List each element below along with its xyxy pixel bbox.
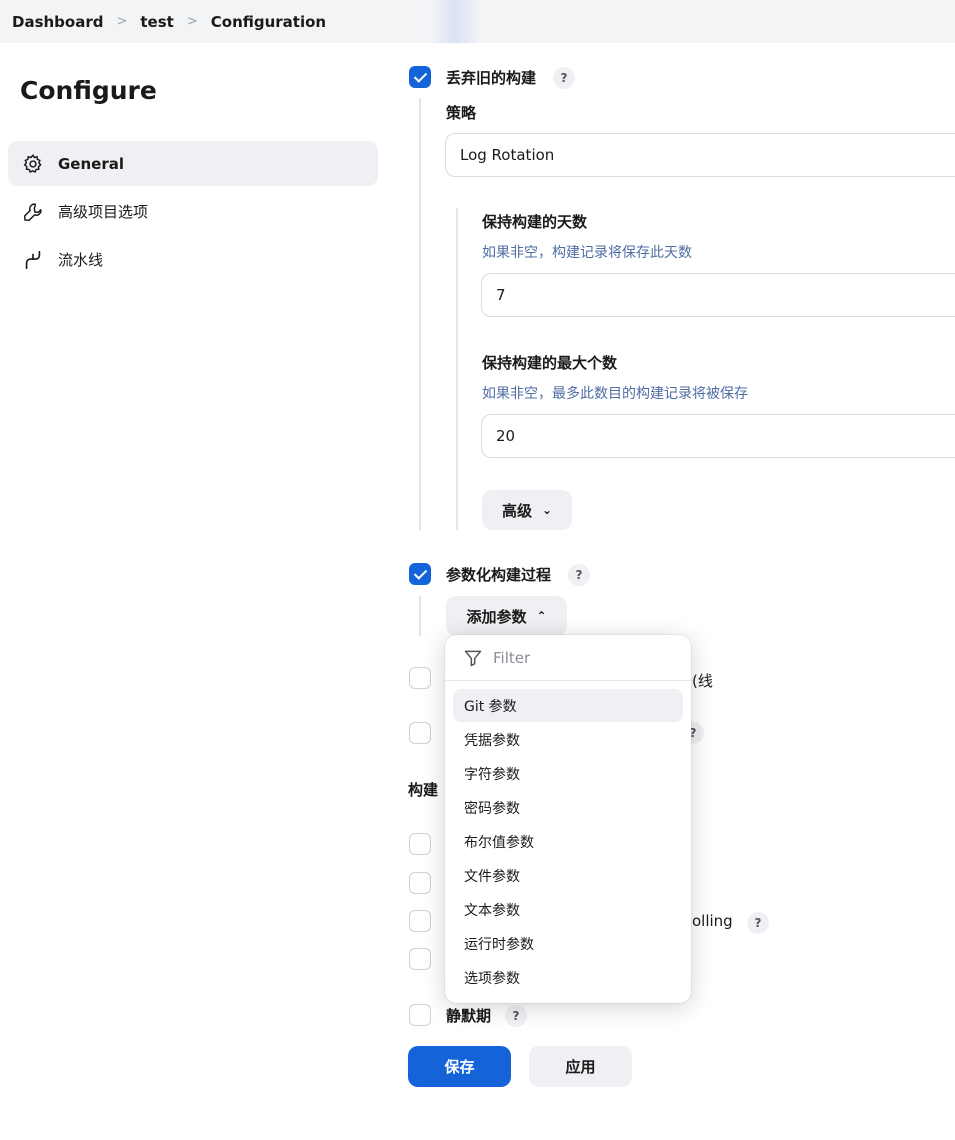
dropdown-item-password-parameter[interactable]: 密码参数 — [453, 791, 683, 824]
pipeline-icon — [22, 249, 44, 271]
gear-icon — [22, 153, 44, 175]
chevron-down-icon: ⌄ — [541, 503, 553, 517]
dropdown-item-git-parameter[interactable]: Git 参数 — [453, 689, 683, 722]
dropdown-item-text-parameter[interactable]: 文本参数 — [453, 893, 683, 926]
breadcrumb-test[interactable]: test — [140, 13, 173, 31]
wrench-icon — [22, 201, 44, 223]
dropdown-item-file-parameter[interactable]: 文件参数 — [453, 859, 683, 892]
help-icon[interactable]: ? — [568, 564, 590, 586]
dropdown-item-choice-parameter[interactable]: 选项参数 — [453, 961, 683, 994]
max-builds-input[interactable]: 20 — [481, 414, 955, 458]
breadcrumb-configuration[interactable]: Configuration — [211, 13, 326, 31]
help-icon[interactable]: ? — [747, 912, 769, 934]
dropdown-filter[interactable]: Filter — [445, 635, 691, 681]
chevron-right-icon: > — [186, 14, 198, 29]
filter-placeholder: Filter — [493, 648, 531, 667]
days-to-keep-input[interactable]: 7 — [481, 273, 955, 317]
max-builds-value: 20 — [496, 427, 516, 445]
trigger-checkbox[interactable] — [409, 872, 431, 894]
option-label-partial: (线 — [692, 672, 713, 690]
quiet-period-label: 静默期 — [446, 1007, 492, 1025]
breadcrumb-highlight — [430, 0, 480, 43]
days-to-keep-label: 保持构建的天数 — [482, 213, 588, 231]
sidebar-item-pipeline[interactable]: 流水线 — [8, 237, 378, 282]
option-checkbox[interactable] — [409, 722, 431, 744]
advanced-button[interactable]: 高级 ⌄ — [482, 490, 572, 530]
trigger-checkbox[interactable] — [409, 948, 431, 970]
sidebar-item-label: 高级项目选项 — [58, 203, 149, 221]
discard-old-builds-checkbox[interactable] — [409, 66, 431, 88]
add-parameter-button[interactable]: 添加参数 ⌃ — [446, 596, 567, 636]
dropdown-item-string-parameter[interactable]: 字符参数 — [453, 757, 683, 790]
chevron-up-icon: ⌃ — [536, 609, 547, 623]
apply-button[interactable]: 应用 — [529, 1046, 632, 1087]
parameterized-build-checkbox[interactable] — [409, 563, 431, 585]
trigger-checkbox[interactable] — [409, 910, 431, 932]
dropdown-item-boolean-parameter[interactable]: 布尔值参数 — [453, 825, 683, 858]
strategy-select-value: Log Rotation — [460, 146, 555, 164]
help-icon[interactable]: ? — [505, 1005, 527, 1027]
breadcrumb-dashboard[interactable]: Dashboard — [12, 13, 103, 31]
help-icon[interactable]: ? — [553, 67, 575, 89]
page-title: Configure — [20, 76, 157, 105]
filter-icon — [464, 650, 482, 666]
advanced-button-label: 高级 — [501, 501, 532, 520]
strategy-select[interactable]: Log Rotation — [445, 133, 955, 177]
breadcrumb: Dashboard > test > Configuration — [0, 0, 955, 43]
strategy-label: 策略 — [446, 104, 477, 122]
sidebar-item-label: 流水线 — [58, 251, 104, 269]
dropdown-item-run-parameter[interactable]: 运行时参数 — [453, 927, 683, 960]
sidebar-item-general[interactable]: General — [8, 141, 378, 186]
save-button[interactable]: 保存 — [408, 1046, 511, 1087]
chevron-right-icon: > — [116, 14, 128, 29]
days-to-keep-description: 如果非空，构建记录将保存此天数 — [482, 245, 692, 261]
parameterized-build-label: 参数化构建过程 — [446, 566, 552, 584]
nested-indent-line — [456, 208, 458, 530]
parameter-indent-line — [419, 596, 421, 636]
max-builds-description: 如果非空，最多此数目的构建记录将被保存 — [482, 386, 748, 402]
build-triggers-heading: 构建 — [408, 781, 439, 799]
option-checkbox[interactable] — [409, 667, 431, 689]
trigger-checkbox[interactable] — [409, 833, 431, 855]
quiet-period-checkbox[interactable] — [409, 1004, 431, 1026]
discard-old-builds-label: 丢弃旧的构建 — [446, 69, 537, 87]
max-builds-label: 保持构建的最大个数 — [482, 354, 618, 372]
poll-scm-label-partial: ⁢olling — [692, 912, 733, 930]
days-to-keep-value: 7 — [496, 286, 506, 304]
section-indent-line — [419, 98, 421, 530]
dropdown-item-credentials-parameter[interactable]: 凭据参数 — [453, 723, 683, 756]
add-parameter-label: 添加参数 — [466, 607, 527, 626]
sidebar-item-advanced-options[interactable]: 高级项目选项 — [8, 189, 378, 234]
add-parameter-dropdown: Filter Git 参数 凭据参数 字符参数 密码参数 布尔值参数 文件参数 … — [445, 635, 691, 1003]
sidebar-item-label: General — [58, 154, 124, 173]
